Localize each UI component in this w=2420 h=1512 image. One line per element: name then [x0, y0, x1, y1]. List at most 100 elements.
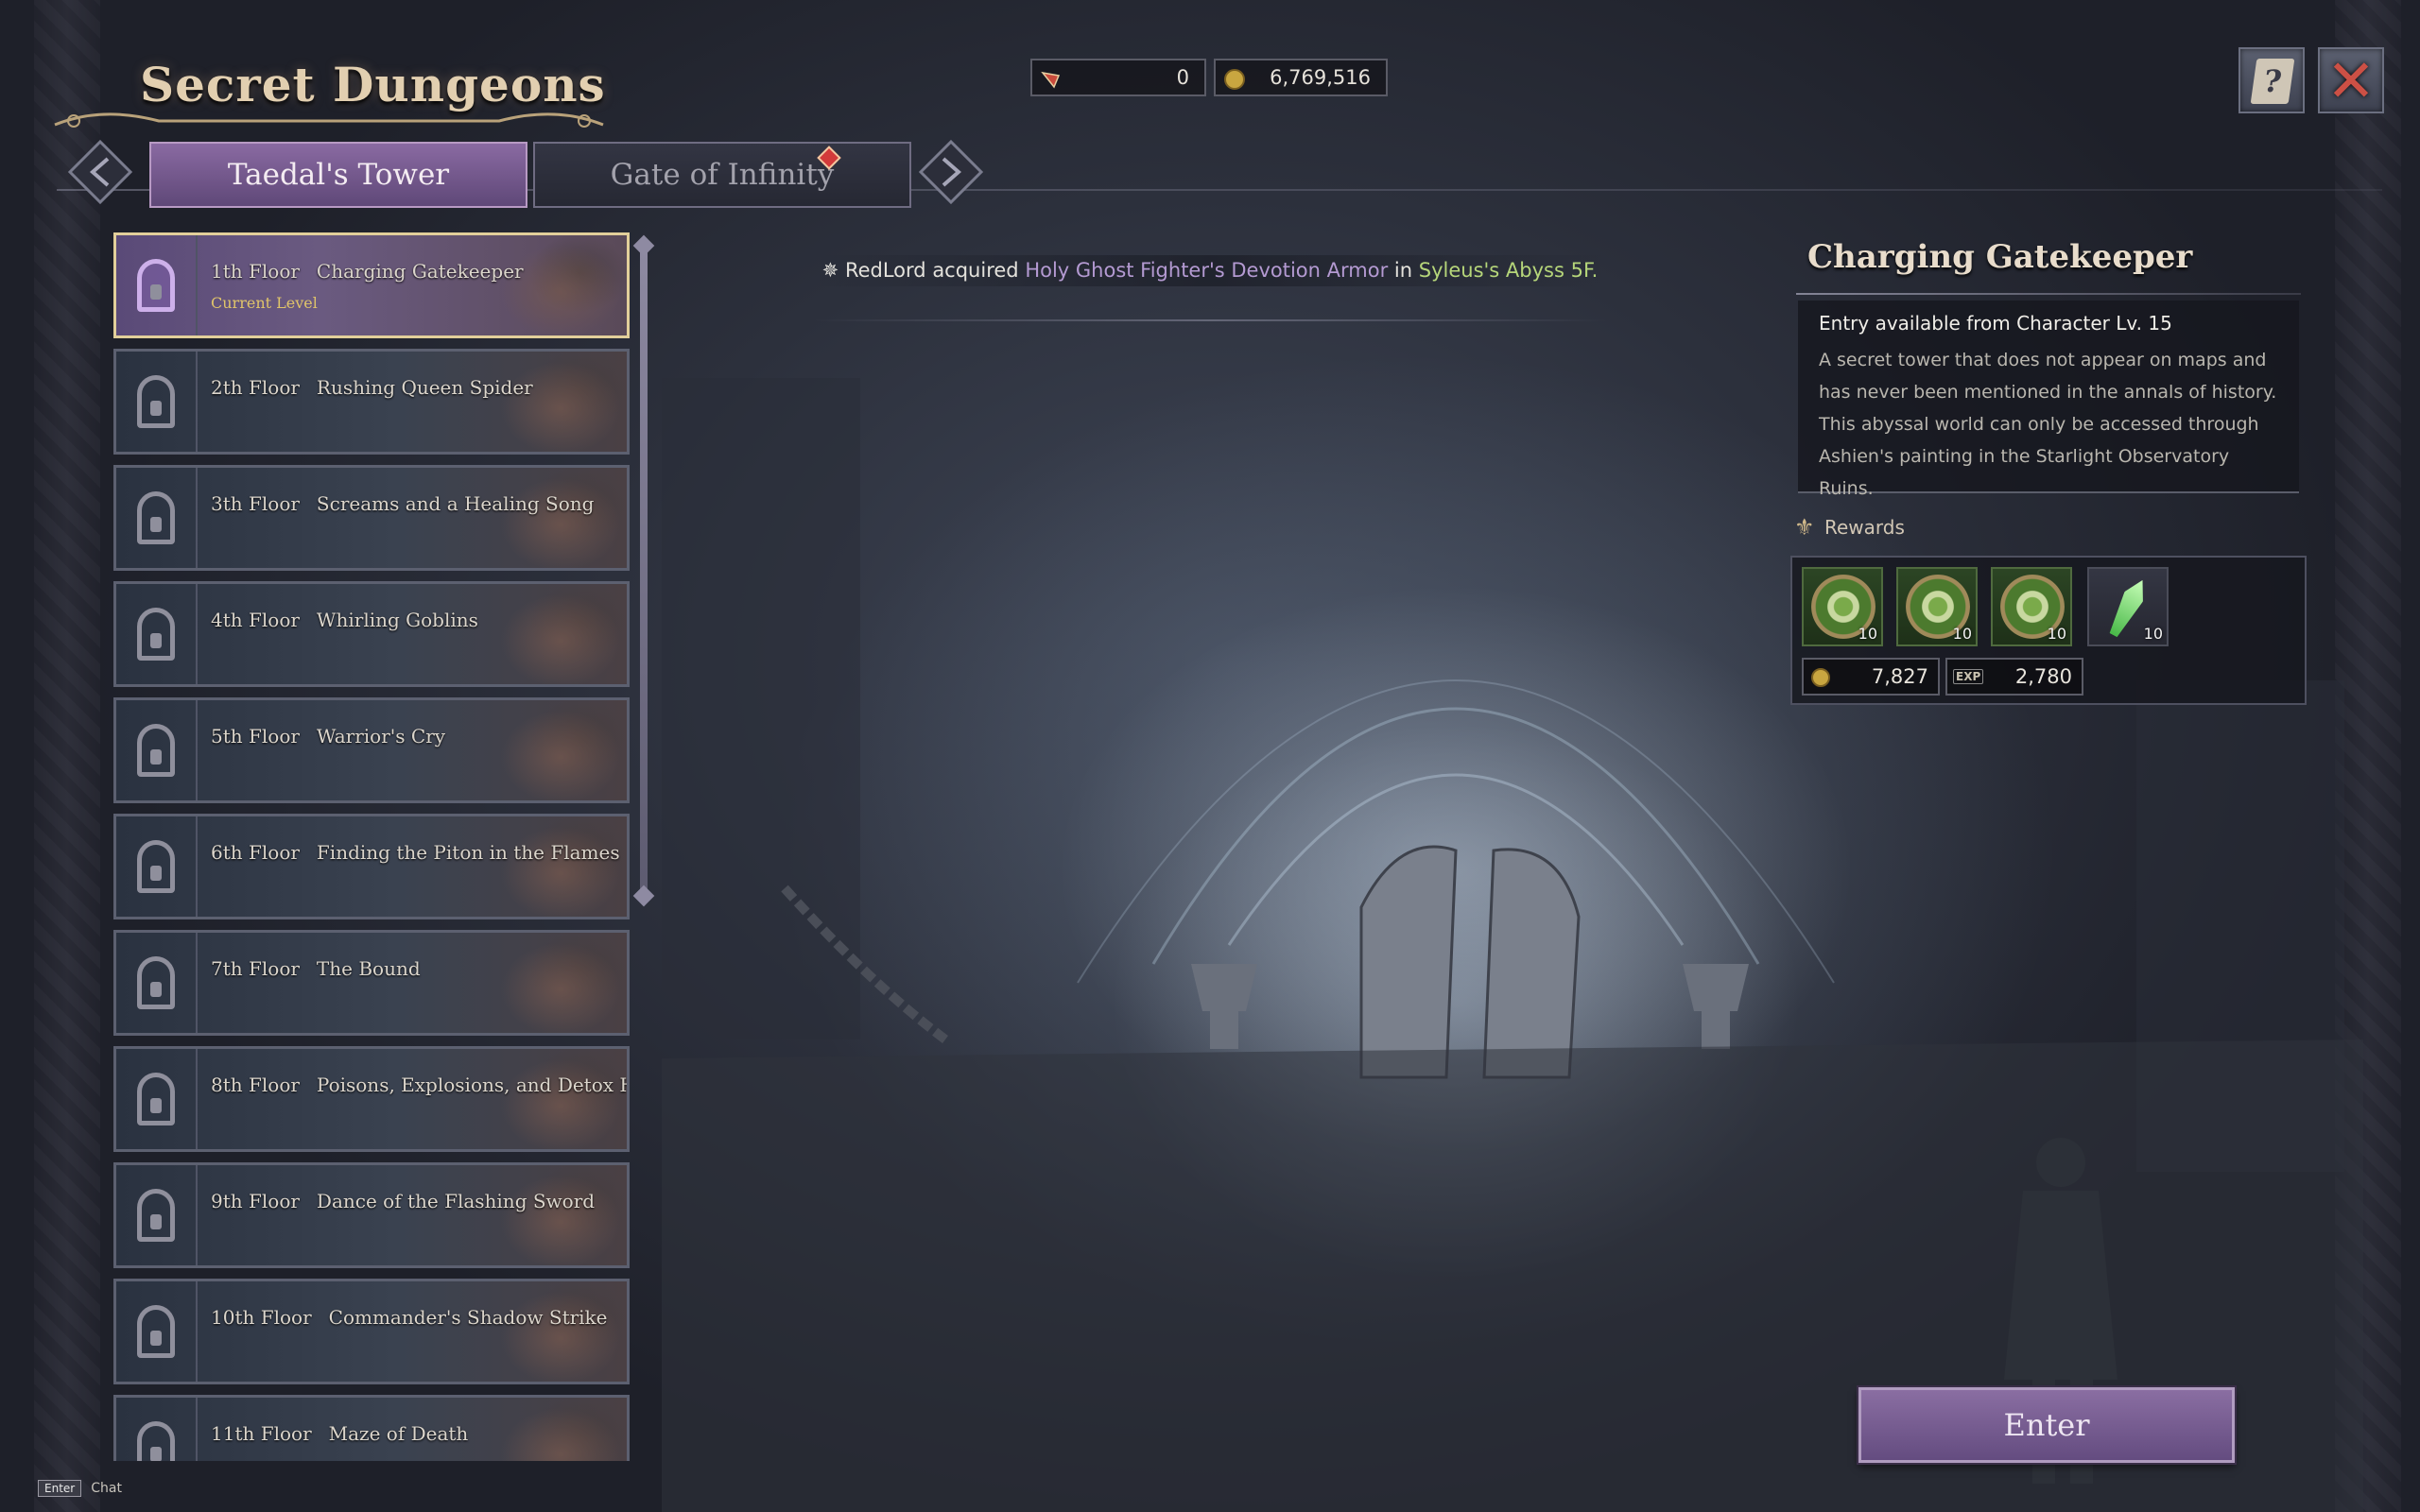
notice-place: Syleus's Abyss 5F. — [1418, 259, 1599, 282]
monster-portrait — [438, 352, 627, 452]
tab-next-arrow-icon[interactable] — [917, 138, 985, 206]
notice-divider — [813, 319, 1607, 321]
reward-slot-1[interactable]: 10 — [1802, 567, 1883, 646]
notice-item: Holy Ghost Fighter's Devotion Armor — [1025, 259, 1389, 282]
dungeon-description: A secret tower that does not appear on m… — [1819, 350, 2277, 499]
close-button[interactable]: ✕ — [2318, 47, 2384, 113]
rewards-heading: ⚜ Rewards — [1794, 516, 1905, 539]
floor-number: 3th Floor — [211, 492, 300, 515]
monster-portrait — [438, 816, 627, 917]
lock-icon — [137, 1073, 175, 1125]
floor-item-8[interactable]: 8th Floor Poisons, Explosions, and Detox … — [113, 1046, 630, 1152]
level-requirement: Entry available from Character Lv. 15 — [1819, 312, 2172, 335]
floor-number: 7th Floor — [211, 957, 300, 980]
reward-slot-3[interactable]: 10 — [1991, 567, 2072, 646]
floor-emblem — [116, 933, 198, 1033]
floor-item-5[interactable]: 5th Floor Warrior's Cry — [113, 697, 630, 803]
reward-slot-4[interactable]: 10 — [2087, 567, 2169, 646]
floor-label: 9th Floor Dance of the Flashing Sword — [211, 1190, 595, 1212]
floor-emblem — [116, 1398, 198, 1461]
floor-name: Finding the Piton in the Flames — [316, 841, 620, 864]
title-divider — [1796, 293, 2301, 295]
gold-coin-icon — [1224, 69, 1245, 90]
floor-name: Screams and a Healing Song — [316, 492, 595, 515]
notice-verb: acquired — [932, 259, 1019, 282]
chat-label: Chat — [91, 1481, 122, 1496]
floor-name: Whirling Goblins — [316, 609, 478, 631]
portal-icon — [137, 259, 175, 312]
fleur-icon: ⚜ — [1794, 514, 1815, 541]
monster-portrait — [438, 1165, 627, 1265]
floor-label: 11th Floor Maze of Death — [211, 1422, 468, 1445]
gold-reward-value: 7,827 — [1871, 665, 1928, 688]
floor-item-6[interactable]: 6th Floor Finding the Piton in the Flames — [113, 814, 630, 919]
floor-number: 6th Floor — [211, 841, 300, 864]
lock-icon — [137, 1189, 175, 1242]
floor-number: 2th Floor — [211, 376, 300, 399]
floor-item-3[interactable]: 3th Floor Screams and a Healing Song — [113, 465, 630, 571]
notice-player: RedLord — [844, 259, 926, 282]
floor-label: 7th Floor The Bound — [211, 957, 421, 980]
floor-emblem — [116, 584, 198, 684]
dungeon-scene — [662, 378, 2363, 1512]
floor-name: Rushing Queen Spider — [316, 376, 533, 399]
lock-icon — [137, 956, 175, 1009]
floor-label: 3th Floor Screams and a Healing Song — [211, 492, 594, 515]
floor-item-7[interactable]: 7th Floor The Bound — [113, 930, 630, 1036]
floor-label: 6th Floor Finding the Piton in the Flames — [211, 841, 620, 864]
floor-name: Maze of Death — [328, 1422, 469, 1445]
floor-number: 9th Floor — [211, 1190, 300, 1212]
floor-name: Charging Gatekeeper — [316, 260, 524, 283]
floor-label: 8th Floor Poisons, Explosions, and Detox … — [211, 1074, 627, 1096]
floor-list[interactable]: 1th Floor Charging Gatekeeper Current Lev… — [113, 232, 631, 1461]
floor-number: 10th Floor — [211, 1306, 312, 1329]
floor-number: 8th Floor — [211, 1074, 300, 1096]
reward-qty: 10 — [1952, 625, 1972, 643]
floor-emblem — [116, 352, 198, 452]
floor-item-11[interactable]: 11th Floor Maze of Death — [113, 1395, 630, 1461]
reward-slot-2[interactable]: 10 — [1896, 567, 1978, 646]
floor-label: 5th Floor Warrior's Cry — [211, 725, 445, 747]
monster-portrait — [438, 700, 627, 800]
page-title: Secret Dungeons — [140, 57, 606, 112]
rewards-label: Rewards — [1824, 516, 1905, 539]
help-button[interactable]: ? — [2238, 47, 2305, 113]
tab-prev-arrow-icon[interactable] — [66, 138, 134, 206]
floor-emblem — [116, 1281, 198, 1382]
lock-icon — [137, 491, 175, 544]
enter-button[interactable]: Enter — [1858, 1387, 2235, 1463]
lock-icon — [137, 1421, 175, 1461]
floor-label: 1th Floor Charging Gatekeeper — [211, 260, 524, 283]
dungeon-info-box: Entry available from Character Lv. 15 A … — [1798, 301, 2299, 499]
floor-item-2[interactable]: 2th Floor Rushing Queen Spider — [113, 349, 630, 455]
monster-portrait — [438, 933, 627, 1033]
monster-portrait — [438, 1049, 627, 1149]
floor-number: 1th Floor — [211, 260, 300, 283]
close-icon: ✕ — [2326, 46, 2376, 115]
floor-item-1[interactable]: 1th Floor Charging Gatekeeper Current Lev… — [113, 232, 630, 338]
floor-name: Dance of the Flashing Sword — [316, 1190, 596, 1212]
floor-item-10[interactable]: 10th Floor Commander's Shadow Strike — [113, 1279, 630, 1384]
exp-reward: EXP 2,780 — [1945, 658, 2083, 696]
tab-gate-of-infinity[interactable]: Gate of Infinity — [533, 142, 911, 208]
floor-item-4[interactable]: 4th Floor Whirling Goblins — [113, 581, 630, 687]
reward-qty: 10 — [1858, 625, 1877, 643]
help-book-icon: ? — [2250, 59, 2295, 104]
gold-counter: 6,769,516 — [1214, 59, 1388, 96]
chat-hint[interactable]: Enter Chat — [38, 1480, 122, 1497]
sparkle-icon: ✵ — [821, 259, 839, 282]
floor-emblem — [116, 235, 198, 335]
acquisition-notice: ✵ RedLord acquired Holy Ghost Fighter's … — [813, 255, 1607, 286]
lock-icon — [137, 1305, 175, 1358]
exp-icon: EXP — [1953, 669, 1984, 684]
scrollbar-thumb[interactable] — [640, 240, 648, 892]
rewards-panel: 10 10 10 10 7,827 EXP 2,780 — [1790, 556, 2307, 705]
current-level-tag: Current Level — [211, 294, 318, 312]
floor-item-9[interactable]: 9th Floor Dance of the Flashing Sword — [113, 1162, 630, 1268]
exp-reward-value: 2,780 — [2014, 665, 2072, 688]
tab-taedals-tower[interactable]: Taedal's Tower — [149, 142, 527, 208]
floor-list-scrollbar[interactable] — [640, 240, 648, 892]
floor-emblem — [116, 816, 198, 917]
floor-label: 2th Floor Rushing Queen Spider — [211, 376, 533, 399]
gold-value: 6,769,516 — [1270, 66, 1371, 89]
